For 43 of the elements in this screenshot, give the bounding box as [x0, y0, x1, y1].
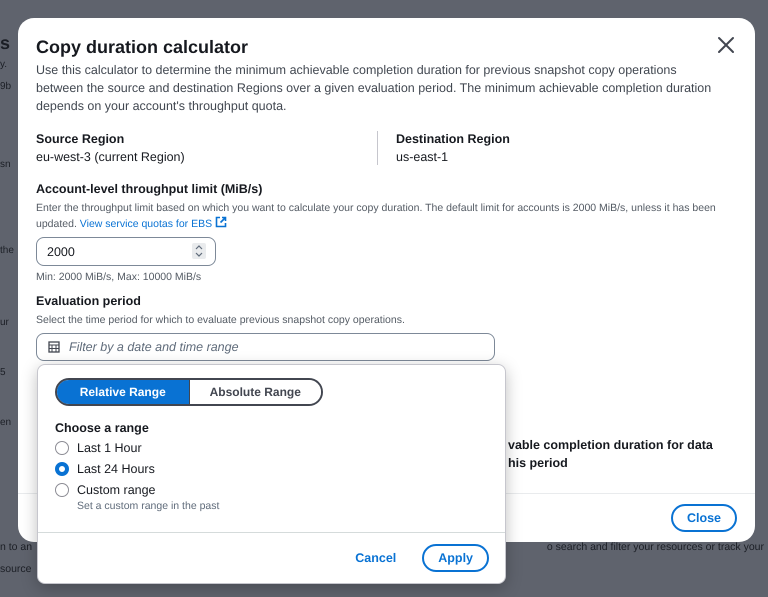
region-label: Source Region: [36, 131, 126, 147]
background-text: source: [0, 563, 32, 575]
help-text: Select the time period for which to evaluate previous snapshot copy operations.: [36, 313, 406, 328]
close-icon[interactable]: [717, 36, 735, 54]
apply-button[interactable]: Apply: [422, 544, 489, 572]
date-range-field[interactable]: Filter by a date and time range: [36, 333, 495, 361]
region-value: us-east-1: [396, 149, 450, 165]
modal-title: Copy duration calculator: [36, 36, 248, 58]
background-text: n to an: [0, 541, 32, 553]
radio-button[interactable]: [55, 483, 69, 497]
throughput-input[interactable]: 2000: [36, 237, 216, 266]
constraint-text: Min: 2000 MiB/s, Max: 10000 MiB/s: [36, 270, 202, 285]
radio-label: Custom range: [77, 482, 156, 498]
region-label: Destination Region: [396, 131, 511, 147]
radio-button[interactable]: [55, 462, 69, 476]
cancel-button[interactable]: Cancel: [349, 550, 402, 566]
background-text: y.: [0, 58, 8, 72]
background-text: 5: [0, 366, 6, 380]
range-heading: Choose a range: [55, 420, 150, 436]
service-quotas-link[interactable]: View service quotas for EBS: [80, 218, 228, 230]
range-tab[interactable]: Relative Range: [57, 380, 190, 404]
description-text: Use this calculator to determine the minimum achievable completion duration for previous snapshot copy operations between the source and destination Regions over a given evaluation period. The minimum achievable completion duration depends on your account's throughput quota.: [36, 62, 712, 115]
region-value: eu-west-3 (current Region): [36, 149, 186, 165]
background-text: o search and filter your resources or track your: [546, 541, 764, 553]
calendar-icon: [48, 341, 60, 353]
background-text: 9b: [0, 80, 12, 94]
background-text: s: [0, 36, 10, 50]
stepper-icon[interactable]: [192, 243, 206, 259]
background-text: en: [0, 416, 12, 430]
help-text: Enter the throughput limit based on which you want to calculate your copy duration. The default limit for accounts is 2000 MiB/s, unless it has been updated. View service quotas for EBS: [36, 201, 717, 232]
external-link-icon: [215, 216, 228, 228]
background-text: the: [0, 244, 14, 258]
close-button[interactable]: Close: [670, 504, 737, 532]
option-description: Set a custom range in the past: [77, 500, 220, 512]
result-text: his period: [508, 455, 569, 471]
field-label: Account-level throughput limit (MiB/s): [36, 181, 264, 197]
field-label: Evaluation period: [36, 293, 142, 309]
radio-button[interactable]: [55, 441, 69, 455]
background-text: sn: [0, 158, 11, 172]
background-text: ur: [0, 316, 9, 330]
radio-label: Last 24 Hours: [77, 461, 155, 477]
result-text: vable completion duration for data: [508, 437, 714, 453]
radio-label: Last 1 Hour: [77, 440, 142, 456]
